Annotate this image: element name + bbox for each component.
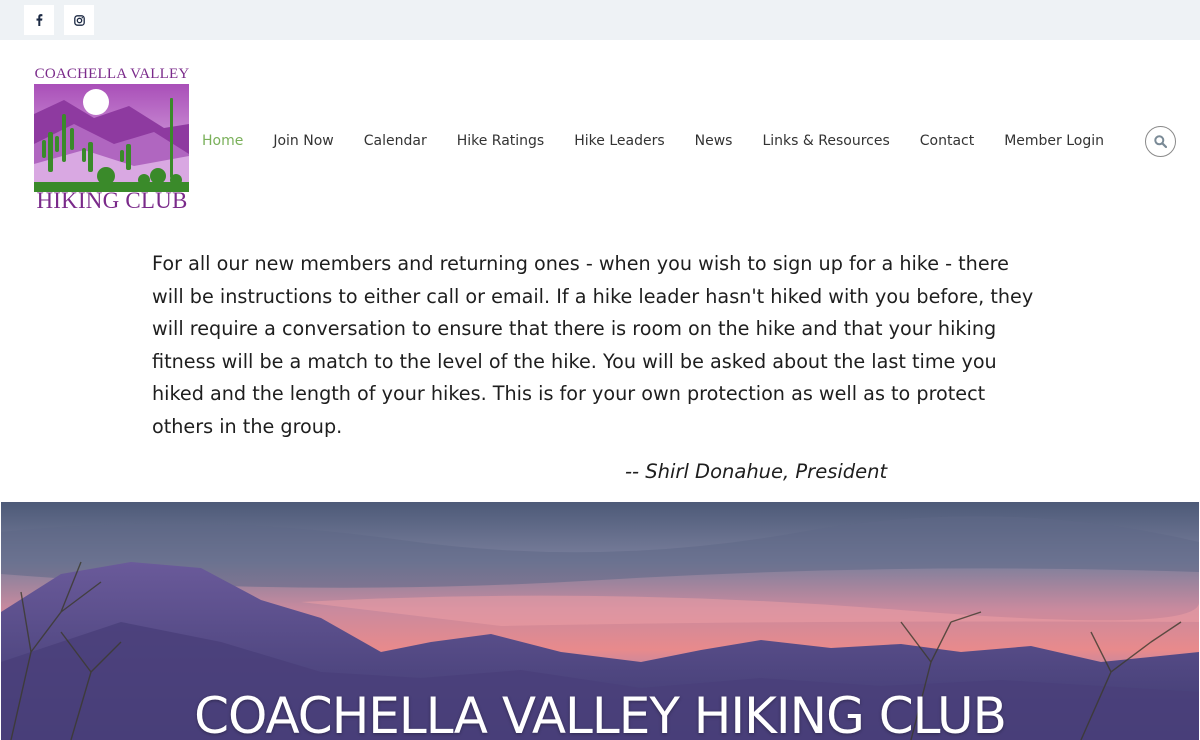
- nav-item-links-resources[interactable]: Links & Resources: [762, 133, 889, 149]
- message-line: fitness will be a match to the level of …: [152, 349, 997, 373]
- nav-item-hike-leaders[interactable]: Hike Leaders: [574, 133, 664, 149]
- message-line: For all our new members and returning on…: [152, 252, 1009, 275]
- message-line: will be instructions to either call or e…: [152, 284, 1034, 308]
- logo-top-text: COACHELLA VALLEY: [34, 66, 190, 82]
- nav-item-contact[interactable]: Contact: [920, 133, 974, 149]
- nav-item-news[interactable]: News: [695, 133, 733, 149]
- search-icon: [1154, 135, 1167, 148]
- logo-graphic: [34, 84, 189, 192]
- message-line: will require a conversation to ensure th…: [152, 317, 997, 341]
- social-bar: [0, 0, 1200, 40]
- message-line: hiked and the length of your hikes. This…: [152, 382, 986, 406]
- hero-banner: COACHELLA VALLEY HIKING CLUB: [1, 502, 1199, 740]
- facebook-link[interactable]: [24, 5, 54, 35]
- president-message: For all our new members and returning on…: [152, 248, 1062, 444]
- facebook-icon: [36, 14, 43, 26]
- nav-item-home[interactable]: Home: [202, 133, 243, 149]
- instagram-link[interactable]: [64, 5, 94, 35]
- nav-item-calendar[interactable]: Calendar: [364, 133, 427, 149]
- hero-title: COACHELLA VALLEY HIKING CLUB: [194, 687, 1007, 740]
- nav-item-hike-ratings[interactable]: Hike Ratings: [457, 133, 545, 149]
- logo-bottom-text: HIKING CLUB: [36, 188, 188, 213]
- main-nav: Home Join Now Calendar Hike Ratings Hike…: [202, 130, 1134, 152]
- instagram-icon: [73, 14, 85, 26]
- message-signature: -- Shirl Donahue, President: [625, 460, 888, 483]
- club-logo[interactable]: COACHELLA VALLEY HIKING CLUB: [32, 66, 192, 216]
- search-button[interactable]: [1145, 126, 1176, 157]
- message-line: others in the group.: [152, 414, 343, 438]
- nav-item-member-login[interactable]: Member Login: [1004, 133, 1104, 149]
- nav-item-join-now[interactable]: Join Now: [273, 133, 333, 149]
